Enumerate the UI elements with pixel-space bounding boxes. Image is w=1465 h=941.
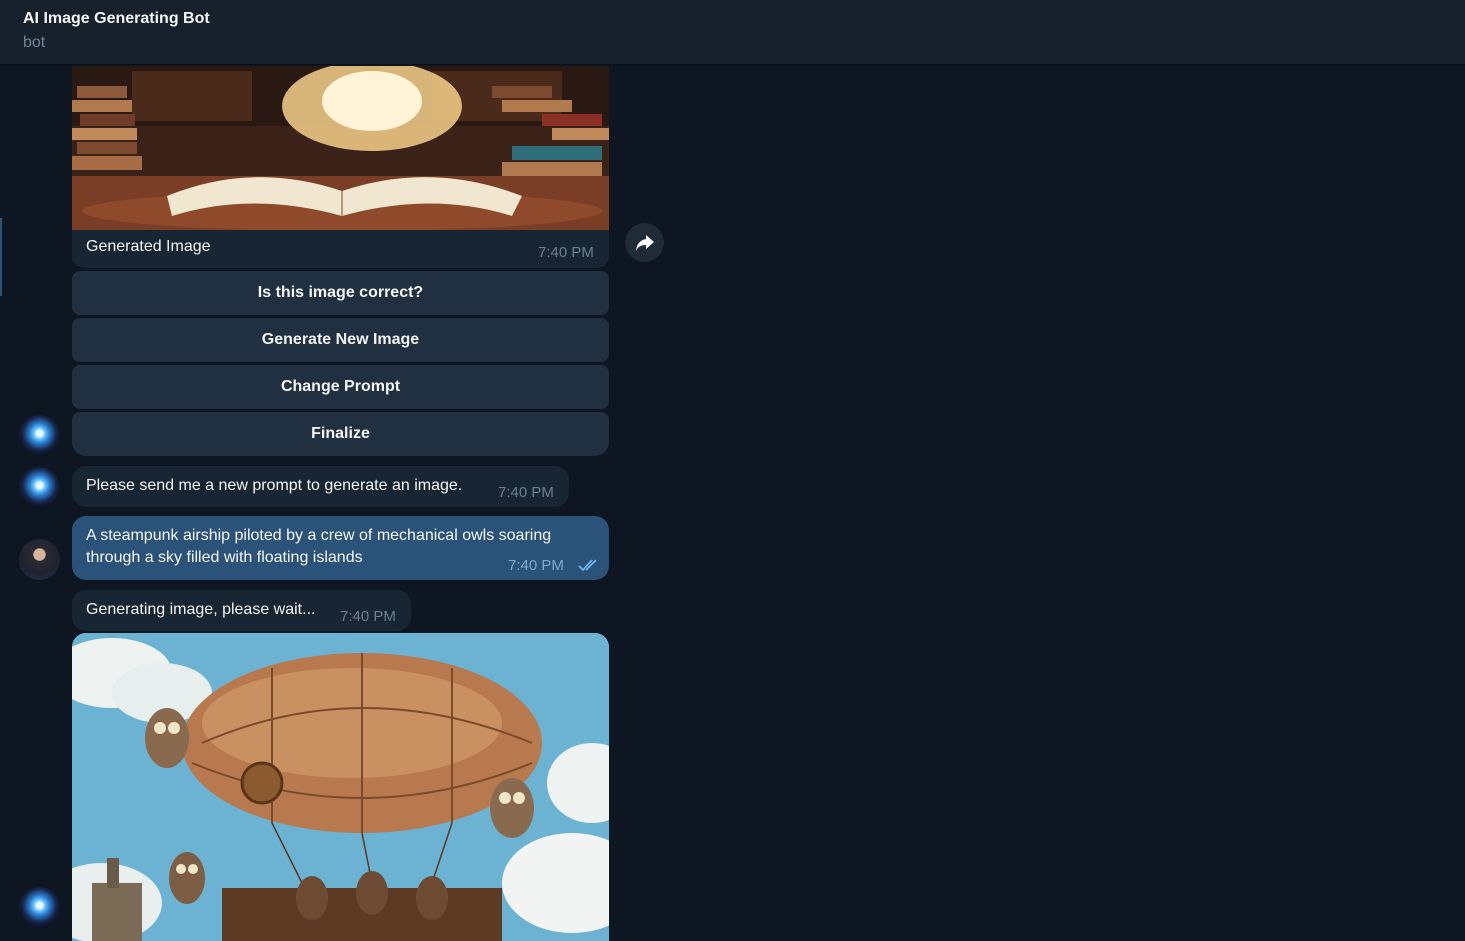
- generated-image-library[interactable]: [72, 66, 609, 230]
- generated-image-airship[interactable]: [72, 633, 609, 941]
- message-time: 7:40 PM: [340, 608, 396, 625]
- user-message-line-1: A steampunk airship piloted by a crew of…: [86, 527, 552, 544]
- selection-indicator: [0, 218, 2, 296]
- user-avatar[interactable]: [19, 539, 60, 580]
- bot-status-bubble: Generating image, please wait... 7:40 PM: [72, 590, 411, 631]
- bot-avatar[interactable]: [19, 887, 60, 928]
- bot-avatar[interactable]: [19, 467, 60, 508]
- airship-illustration: [72, 633, 609, 941]
- user-message-line-2: through a sky filled with floating islan…: [86, 549, 363, 566]
- chat-title[interactable]: AI Image Generating Bot: [23, 10, 210, 28]
- finalize-button[interactable]: Finalize: [72, 412, 609, 456]
- image-caption-text: Generated Image: [86, 238, 211, 255]
- message-time: 7:40 PM: [498, 484, 554, 501]
- chat-header[interactable]: AI Image Generating Bot bot: [0, 0, 1465, 65]
- bot-avatar[interactable]: [19, 415, 60, 456]
- user-message-bubble: A steampunk airship piloted by a crew of…: [72, 516, 609, 580]
- chat-subtitle: bot: [23, 34, 46, 51]
- change-prompt-button[interactable]: Change Prompt: [72, 365, 609, 409]
- bot-message-text: Please send me a new prompt to generate …: [86, 477, 463, 494]
- message-time: 7:40 PM: [538, 244, 594, 261]
- is-image-correct-button[interactable]: Is this image correct?: [72, 271, 609, 315]
- double-check-icon: [578, 559, 597, 572]
- library-illustration: [72, 66, 609, 230]
- generate-new-image-button[interactable]: Generate New Image: [72, 318, 609, 362]
- bot-message-bubble: Please send me a new prompt to generate …: [72, 466, 569, 507]
- message-time: 7:40 PM: [508, 557, 564, 574]
- forward-arrow-icon: [635, 234, 654, 251]
- bot-status-text: Generating image, please wait...: [86, 601, 316, 618]
- forward-button[interactable]: [625, 223, 664, 262]
- image-caption-bubble: Generated Image 7:40 PM: [72, 230, 609, 268]
